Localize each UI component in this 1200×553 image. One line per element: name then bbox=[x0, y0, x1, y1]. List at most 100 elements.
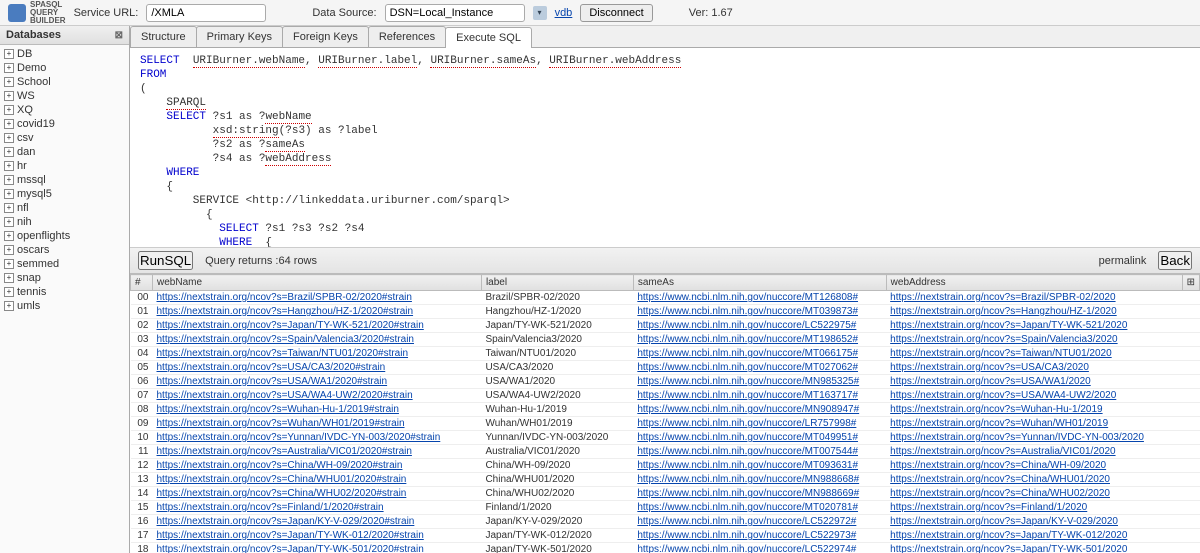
db-item-snap[interactable]: +snap bbox=[4, 271, 125, 285]
expand-icon[interactable]: + bbox=[4, 175, 14, 185]
cell-webname[interactable]: https://nextstrain.org/ncov?s=USA/WA1/20… bbox=[153, 375, 482, 389]
close-icon[interactable]: ⊠ bbox=[115, 30, 123, 41]
cell-webaddress[interactable]: https://nextstrain.org/ncov?s=Hangzhou/H… bbox=[886, 305, 1182, 319]
db-item-DB[interactable]: +DB bbox=[4, 47, 125, 61]
cell-sameas[interactable]: https://www.ncbi.nlm.nih.gov/nuccore/LC5… bbox=[633, 543, 886, 553]
cell-sameas[interactable]: https://www.ncbi.nlm.nih.gov/nuccore/LC5… bbox=[633, 319, 886, 333]
table-row[interactable]: 07https://nextstrain.org/ncov?s=USA/WA4-… bbox=[131, 389, 1200, 403]
cell-webname[interactable]: https://nextstrain.org/ncov?s=Japan/TY-W… bbox=[153, 543, 482, 553]
cell-sameas[interactable]: https://www.ncbi.nlm.nih.gov/nuccore/MT0… bbox=[633, 431, 886, 445]
expand-icon[interactable]: + bbox=[4, 217, 14, 227]
tab-primary-keys[interactable]: Primary Keys bbox=[196, 26, 283, 47]
cell-sameas[interactable]: https://www.ncbi.nlm.nih.gov/nuccore/MT1… bbox=[633, 291, 886, 305]
expand-icon[interactable]: + bbox=[4, 77, 14, 87]
db-item-XQ[interactable]: +XQ bbox=[4, 103, 125, 117]
permalink-link[interactable]: permalink bbox=[1099, 255, 1147, 267]
expand-icon[interactable]: + bbox=[4, 245, 14, 255]
run-sql-button[interactable]: RunSQL bbox=[138, 251, 193, 270]
cell-sameas[interactable]: https://www.ncbi.nlm.nih.gov/nuccore/MT0… bbox=[633, 347, 886, 361]
db-item-oscars[interactable]: +oscars bbox=[4, 243, 125, 257]
expand-icon[interactable]: + bbox=[4, 133, 14, 143]
table-row[interactable]: 18https://nextstrain.org/ncov?s=Japan/TY… bbox=[131, 543, 1200, 553]
db-item-Demo[interactable]: +Demo bbox=[4, 61, 125, 75]
expand-icon[interactable]: + bbox=[4, 63, 14, 73]
cell-webname[interactable]: https://nextstrain.org/ncov?s=Hangzhou/H… bbox=[153, 305, 482, 319]
cell-sameas[interactable]: https://www.ncbi.nlm.nih.gov/nuccore/MT0… bbox=[633, 501, 886, 515]
data-source-input[interactable] bbox=[385, 4, 525, 22]
cell-webaddress[interactable]: https://nextstrain.org/ncov?s=Japan/TY-W… bbox=[886, 319, 1182, 333]
cell-sameas[interactable]: https://www.ncbi.nlm.nih.gov/nuccore/MN9… bbox=[633, 403, 886, 417]
db-item-tennis[interactable]: +tennis bbox=[4, 285, 125, 299]
expand-icon[interactable]: + bbox=[4, 259, 14, 269]
expand-icon[interactable]: + bbox=[4, 147, 14, 157]
cell-webname[interactable]: https://nextstrain.org/ncov?s=Finland/1/… bbox=[153, 501, 482, 515]
expand-icon[interactable]: + bbox=[4, 287, 14, 297]
cell-webaddress[interactable]: https://nextstrain.org/ncov?s=China/WHU0… bbox=[886, 487, 1182, 501]
cell-webaddress[interactable]: https://nextstrain.org/ncov?s=Australia/… bbox=[886, 445, 1182, 459]
cell-sameas[interactable]: https://www.ncbi.nlm.nih.gov/nuccore/MN9… bbox=[633, 375, 886, 389]
cell-webaddress[interactable]: https://nextstrain.org/ncov?s=Wuhan/WH01… bbox=[886, 417, 1182, 431]
table-row[interactable]: 16https://nextstrain.org/ncov?s=Japan/KY… bbox=[131, 515, 1200, 529]
disconnect-button[interactable]: Disconnect bbox=[580, 4, 652, 22]
expand-icon[interactable]: + bbox=[4, 105, 14, 115]
cell-webname[interactable]: https://nextstrain.org/ncov?s=China/WHU0… bbox=[153, 487, 482, 501]
cell-webname[interactable]: https://nextstrain.org/ncov?s=Japan/TY-W… bbox=[153, 319, 482, 333]
cell-webname[interactable]: https://nextstrain.org/ncov?s=USA/WA4-UW… bbox=[153, 389, 482, 403]
table-row[interactable]: 09https://nextstrain.org/ncov?s=Wuhan/WH… bbox=[131, 417, 1200, 431]
table-row[interactable]: 00https://nextstrain.org/ncov?s=Brazil/S… bbox=[131, 291, 1200, 305]
sql-editor[interactable]: SELECT URIBurner.webName, URIBurner.labe… bbox=[130, 48, 1200, 248]
cell-webname[interactable]: https://nextstrain.org/ncov?s=Brazil/SPB… bbox=[153, 291, 482, 305]
db-item-covid19[interactable]: +covid19 bbox=[4, 117, 125, 131]
cell-sameas[interactable]: https://www.ncbi.nlm.nih.gov/nuccore/LC5… bbox=[633, 515, 886, 529]
cell-sameas[interactable]: https://www.ncbi.nlm.nih.gov/nuccore/LR7… bbox=[633, 417, 886, 431]
tab-structure[interactable]: Structure bbox=[130, 26, 197, 47]
table-row[interactable]: 05https://nextstrain.org/ncov?s=USA/CA3/… bbox=[131, 361, 1200, 375]
cell-webname[interactable]: https://nextstrain.org/ncov?s=Yunnan/IVD… bbox=[153, 431, 482, 445]
databases-tree[interactable]: +DB+Demo+School+WS+XQ+covid19+csv+dan+hr… bbox=[0, 45, 129, 553]
table-row[interactable]: 15https://nextstrain.org/ncov?s=Finland/… bbox=[131, 501, 1200, 515]
table-row[interactable]: 12https://nextstrain.org/ncov?s=China/WH… bbox=[131, 459, 1200, 473]
table-row[interactable]: 11https://nextstrain.org/ncov?s=Australi… bbox=[131, 445, 1200, 459]
cell-webname[interactable]: https://nextstrain.org/ncov?s=Wuhan/WH01… bbox=[153, 417, 482, 431]
col-webName[interactable]: webName bbox=[153, 275, 482, 291]
table-row[interactable]: 01https://nextstrain.org/ncov?s=Hangzhou… bbox=[131, 305, 1200, 319]
cell-sameas[interactable]: https://www.ncbi.nlm.nih.gov/nuccore/MT0… bbox=[633, 445, 886, 459]
cell-webaddress[interactable]: https://nextstrain.org/ncov?s=Yunnan/IVD… bbox=[886, 431, 1182, 445]
cell-webname[interactable]: https://nextstrain.org/ncov?s=China/WH-0… bbox=[153, 459, 482, 473]
col-label[interactable]: label bbox=[481, 275, 633, 291]
cell-sameas[interactable]: https://www.ncbi.nlm.nih.gov/nuccore/MT0… bbox=[633, 305, 886, 319]
db-item-openflights[interactable]: +openflights bbox=[4, 229, 125, 243]
db-item-nih[interactable]: +nih bbox=[4, 215, 125, 229]
cell-webname[interactable]: https://nextstrain.org/ncov?s=Japan/TY-W… bbox=[153, 529, 482, 543]
tab-foreign-keys[interactable]: Foreign Keys bbox=[282, 26, 369, 47]
cell-webname[interactable]: https://nextstrain.org/ncov?s=USA/CA3/20… bbox=[153, 361, 482, 375]
db-item-mysql5[interactable]: +mysql5 bbox=[4, 187, 125, 201]
cell-webaddress[interactable]: https://nextstrain.org/ncov?s=Brazil/SPB… bbox=[886, 291, 1182, 305]
tab-references[interactable]: References bbox=[368, 26, 446, 47]
db-item-nfl[interactable]: +nfl bbox=[4, 201, 125, 215]
cell-webname[interactable]: https://nextstrain.org/ncov?s=Taiwan/NTU… bbox=[153, 347, 482, 361]
table-row[interactable]: 03https://nextstrain.org/ncov?s=Spain/Va… bbox=[131, 333, 1200, 347]
db-item-School[interactable]: +School bbox=[4, 75, 125, 89]
expand-icon[interactable]: + bbox=[4, 189, 14, 199]
db-item-umls[interactable]: +umls bbox=[4, 299, 125, 313]
cell-webname[interactable]: https://nextstrain.org/ncov?s=Japan/KY-V… bbox=[153, 515, 482, 529]
cell-webaddress[interactable]: https://nextstrain.org/ncov?s=Japan/KY-V… bbox=[886, 515, 1182, 529]
cell-webaddress[interactable]: https://nextstrain.org/ncov?s=USA/WA4-UW… bbox=[886, 389, 1182, 403]
cell-sameas[interactable]: https://www.ncbi.nlm.nih.gov/nuccore/MN9… bbox=[633, 473, 886, 487]
expand-icon[interactable]: + bbox=[4, 91, 14, 101]
cell-sameas[interactable]: https://www.ncbi.nlm.nih.gov/nuccore/LC5… bbox=[633, 529, 886, 543]
service-url-input[interactable] bbox=[146, 4, 266, 22]
cell-webaddress[interactable]: https://nextstrain.org/ncov?s=Taiwan/NTU… bbox=[886, 347, 1182, 361]
cell-webaddress[interactable]: https://nextstrain.org/ncov?s=Japan/TY-W… bbox=[886, 543, 1182, 553]
cell-webname[interactable]: https://nextstrain.org/ncov?s=Spain/Vale… bbox=[153, 333, 482, 347]
table-row[interactable]: 10https://nextstrain.org/ncov?s=Yunnan/I… bbox=[131, 431, 1200, 445]
table-row[interactable]: 06https://nextstrain.org/ncov?s=USA/WA1/… bbox=[131, 375, 1200, 389]
cell-webaddress[interactable]: https://nextstrain.org/ncov?s=China/WH-0… bbox=[886, 459, 1182, 473]
cell-webaddress[interactable]: https://nextstrain.org/ncov?s=Japan/TY-W… bbox=[886, 529, 1182, 543]
data-source-dropdown-icon[interactable]: ▾ bbox=[533, 6, 547, 20]
tab-execute-sql[interactable]: Execute SQL bbox=[445, 27, 532, 48]
cell-sameas[interactable]: https://www.ncbi.nlm.nih.gov/nuccore/MT0… bbox=[633, 459, 886, 473]
expand-icon[interactable]: + bbox=[4, 231, 14, 241]
table-row[interactable]: 14https://nextstrain.org/ncov?s=China/WH… bbox=[131, 487, 1200, 501]
